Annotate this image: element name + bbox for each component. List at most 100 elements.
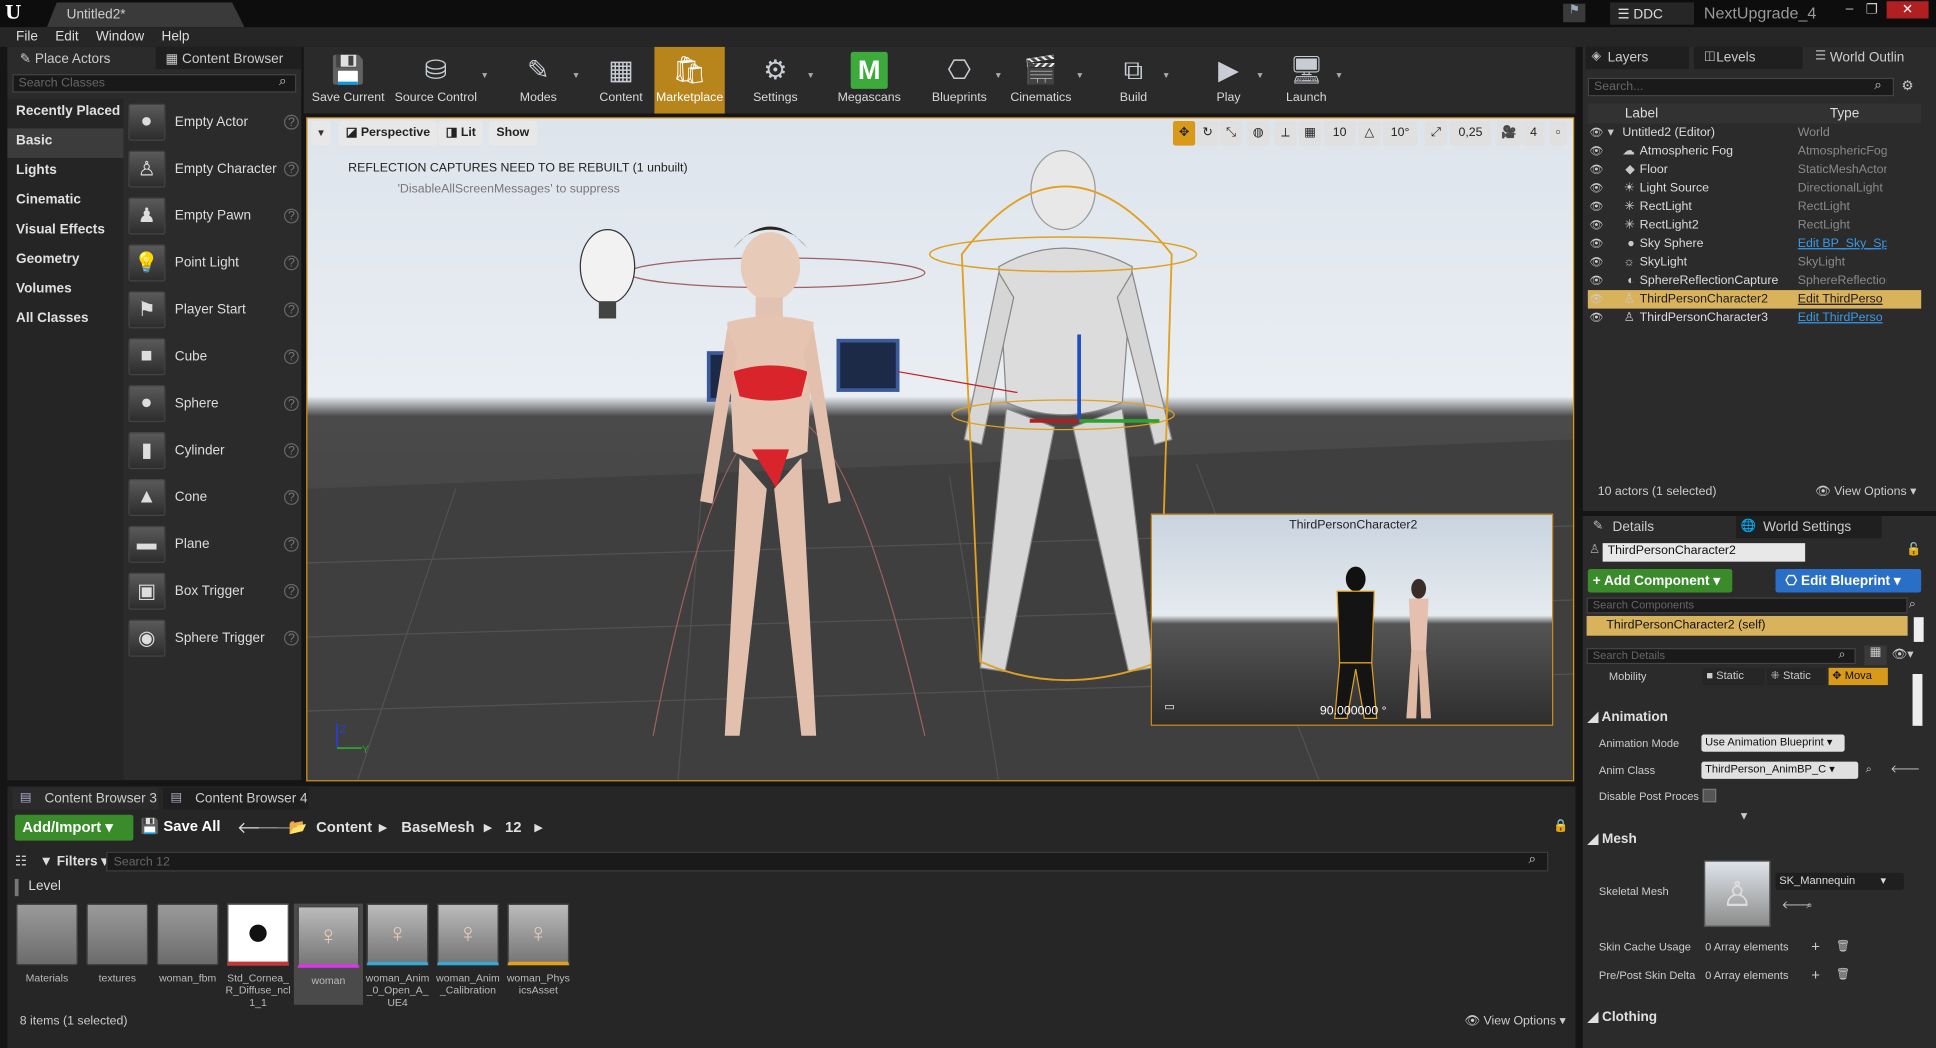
breadcrumb-separator-icon[interactable]: ▸ xyxy=(535,818,542,835)
mobility-movable-option[interactable]: ✥ Mova xyxy=(1828,667,1888,686)
maximize-viewport-icon[interactable]: ▫ xyxy=(1549,120,1567,146)
blueprints-button[interactable]: ⎔ Blueprints ▼ xyxy=(926,47,1003,114)
outliner-row-type-link[interactable]: Edit ThirdPerso xyxy=(1798,293,1887,307)
tab-world-outliner[interactable]: World Outlin xyxy=(1807,46,1936,70)
details-search-input[interactable]: Search Details xyxy=(1586,648,1856,665)
outliner-row[interactable]: 👁 ◆ Floor StaticMeshActor xyxy=(1588,160,1921,179)
tab-place-actors[interactable]: ✎ Place Actors xyxy=(7,46,154,70)
mobility-static-option[interactable]: ■ Static xyxy=(1702,667,1765,686)
outliner-search-input[interactable]: Search... xyxy=(1587,77,1895,97)
surface-snap-icon[interactable]: ⟂ xyxy=(1274,120,1297,146)
outliner-row-type-link[interactable]: Edit BP_Sky_Sp xyxy=(1798,237,1887,251)
actor-player-start[interactable]: ⚑ Player Start? xyxy=(128,288,299,332)
outliner-row[interactable]: 👁 ● Sky Sphere Edit BP_Sky_Sp xyxy=(1588,235,1921,254)
category-recently-placed[interactable]: Recently Placed xyxy=(7,99,123,129)
filter-chip-level[interactable]: Level xyxy=(14,878,71,897)
mobility-stationary-option[interactable]: ⁜ Static xyxy=(1766,667,1827,686)
actor-empty-pawn[interactable]: ♟ Empty Pawn? xyxy=(128,194,299,238)
actor-name-field[interactable]: ThirdPersonCharacter2 xyxy=(1602,543,1806,562)
play-button[interactable]: ▶ Play ▼ xyxy=(1203,47,1265,114)
grid-snap-icon[interactable]: ▦ xyxy=(1298,120,1322,146)
lock-icon[interactable]: 🔒 xyxy=(1553,820,1568,834)
eye-icon[interactable]: 👁 xyxy=(1588,181,1605,195)
actor-cube[interactable]: ■ Cube? xyxy=(128,335,299,379)
actor-sphere[interactable]: ● Sphere? xyxy=(128,381,299,425)
viewport-options-button[interactable]: ▼ xyxy=(311,120,331,146)
outliner-row[interactable]: 👁 ✳ RectLight RectLight xyxy=(1588,198,1921,217)
view-options-button[interactable]: 👁 View Options ▾ xyxy=(1464,1015,1565,1029)
help-icon[interactable]: ? xyxy=(284,396,299,412)
tab-content-browser[interactable]: ▦ Content Browser xyxy=(155,46,302,70)
outliner-filter-icon[interactable]: ⚙ xyxy=(1901,78,1913,94)
disable-post-process-checkbox[interactable] xyxy=(1702,788,1717,803)
skeletal-mesh-thumbnail[interactable]: ♙ xyxy=(1703,860,1771,928)
grid-snap-value[interactable]: 10 xyxy=(1323,120,1356,146)
breadcrumb-basemesh[interactable]: BaseMesh xyxy=(401,818,474,835)
breadcrumb-separator-icon[interactable]: ▸ xyxy=(484,818,491,835)
show-button[interactable]: Show xyxy=(488,120,537,146)
asset-folder-materials[interactable]: Materials xyxy=(15,903,79,984)
asset-anim-calibration[interactable]: ♀ woman_Anim_Calibration xyxy=(436,903,500,996)
tab-details[interactable]: Details xyxy=(1585,515,1732,539)
trash-icon[interactable]: 🗑 xyxy=(1836,968,1850,982)
outliner-row[interactable]: 👁 ✳ RectLight2 RectLight xyxy=(1588,216,1921,235)
asset-anim-open-a[interactable]: ♀ woman_Anim_0_Open_A_UE4 xyxy=(365,903,429,1009)
asset-search-input[interactable]: Search 12 xyxy=(106,851,1549,872)
help-icon[interactable]: ? xyxy=(284,161,299,177)
maximize-icon[interactable]: ❐ xyxy=(1862,1,1882,18)
rotation-snap-value[interactable]: 10° xyxy=(1382,120,1418,146)
help-icon[interactable]: ? xyxy=(284,630,299,646)
use-selected-arrow-icon[interactable]: 🡐 xyxy=(1890,763,1920,777)
category-geometry[interactable]: Geometry xyxy=(7,247,123,277)
actor-cylinder[interactable]: ▮ Cylinder? xyxy=(128,428,299,472)
eye-icon[interactable]: 👁 xyxy=(1588,126,1605,140)
help-icon[interactable]: ? xyxy=(284,536,299,552)
camera-speed-value[interactable]: 4 xyxy=(1522,120,1545,146)
ddc-indicator[interactable]: ☰ DDC xyxy=(1610,2,1695,25)
menu-window[interactable]: Window xyxy=(87,28,153,45)
breadcrumb-12[interactable]: 12 xyxy=(505,818,521,835)
source-control-status-icon[interactable]: ⚑ xyxy=(1563,3,1586,23)
close-icon[interactable]: ✕ xyxy=(1886,1,1929,19)
eye-icon[interactable]: 👁 xyxy=(1588,163,1605,177)
dropdown-arrow-icon[interactable]: ▼ xyxy=(1162,72,1171,81)
dropdown-arrow-icon[interactable]: ▼ xyxy=(806,72,815,81)
rotation-snap-icon[interactable]: △ xyxy=(1358,120,1381,146)
eye-icon[interactable]: 👁 xyxy=(1588,237,1605,251)
point-light-sprite[interactable] xyxy=(579,228,636,305)
category-visual-effects[interactable]: Visual Effects xyxy=(7,217,123,247)
eye-icon[interactable]: 👁▾ xyxy=(1892,648,1914,662)
filters-button[interactable]: ▼ Filters ▾ xyxy=(40,853,109,869)
eye-icon[interactable]: 👁 xyxy=(1588,311,1605,325)
world-space-icon[interactable]: ◍ xyxy=(1247,120,1270,146)
scale-snap-icon[interactable]: ⤢ xyxy=(1424,120,1448,146)
asset-texture-cornea[interactable]: Std_Cornea_R_Diffuse_ncl1_1 xyxy=(225,903,292,1009)
help-icon[interactable]: ? xyxy=(284,583,299,599)
outliner-row-type-link[interactable]: Edit ThirdPerso xyxy=(1798,311,1887,325)
megascans-button[interactable]: M Megascans xyxy=(832,47,906,114)
scale-snap-value[interactable]: 0,25 xyxy=(1449,120,1492,146)
skeletal-mesh-dropdown[interactable]: SK_Mannequin ▾ xyxy=(1775,872,1904,891)
anim-class-dropdown[interactable]: ThirdPerson_AnimBP_C ▾ xyxy=(1701,761,1859,779)
component-self-row[interactable]: ThirdPersonCharacter2 (self) xyxy=(1586,615,1908,636)
animation-section-header[interactable]: ◢ Animation xyxy=(1588,709,1668,725)
eye-icon[interactable]: 👁 xyxy=(1588,144,1605,158)
outliner-row[interactable]: 👁 ☁ Atmospheric Fog AtmosphericFog xyxy=(1588,142,1921,161)
add-component-button[interactable]: + Add Component ▾ xyxy=(1587,569,1733,593)
scale-mode-icon[interactable]: ⤡ xyxy=(1219,120,1243,146)
dropdown-arrow-icon[interactable]: ▼ xyxy=(1256,72,1265,81)
content-button[interactable]: ▦ Content xyxy=(591,47,650,114)
modes-button[interactable]: ✎ Modes ▼ xyxy=(506,47,581,114)
trash-icon[interactable]: 🗑 xyxy=(1836,939,1850,953)
animation-mode-dropdown[interactable]: Use Animation Blueprint ▾ xyxy=(1701,734,1845,752)
asset-physics-asset[interactable]: ♀ woman_PhysicsAsset xyxy=(506,903,570,996)
dropdown-arrow-icon[interactable]: ▼ xyxy=(994,72,1003,81)
outliner-row[interactable]: 👁 ☀ Light Source DirectionalLight xyxy=(1588,179,1921,198)
asset-folder-textures[interactable]: textures xyxy=(85,903,149,984)
browse-icon[interactable]: ⌕ xyxy=(1806,899,1812,913)
breadcrumb-content[interactable]: Content xyxy=(316,818,372,835)
actor-box-trigger[interactable]: ▣ Box Trigger? xyxy=(128,569,299,613)
help-icon[interactable]: ? xyxy=(284,349,299,365)
category-all-classes[interactable]: All Classes xyxy=(7,306,123,336)
menu-edit[interactable]: Edit xyxy=(47,28,88,45)
